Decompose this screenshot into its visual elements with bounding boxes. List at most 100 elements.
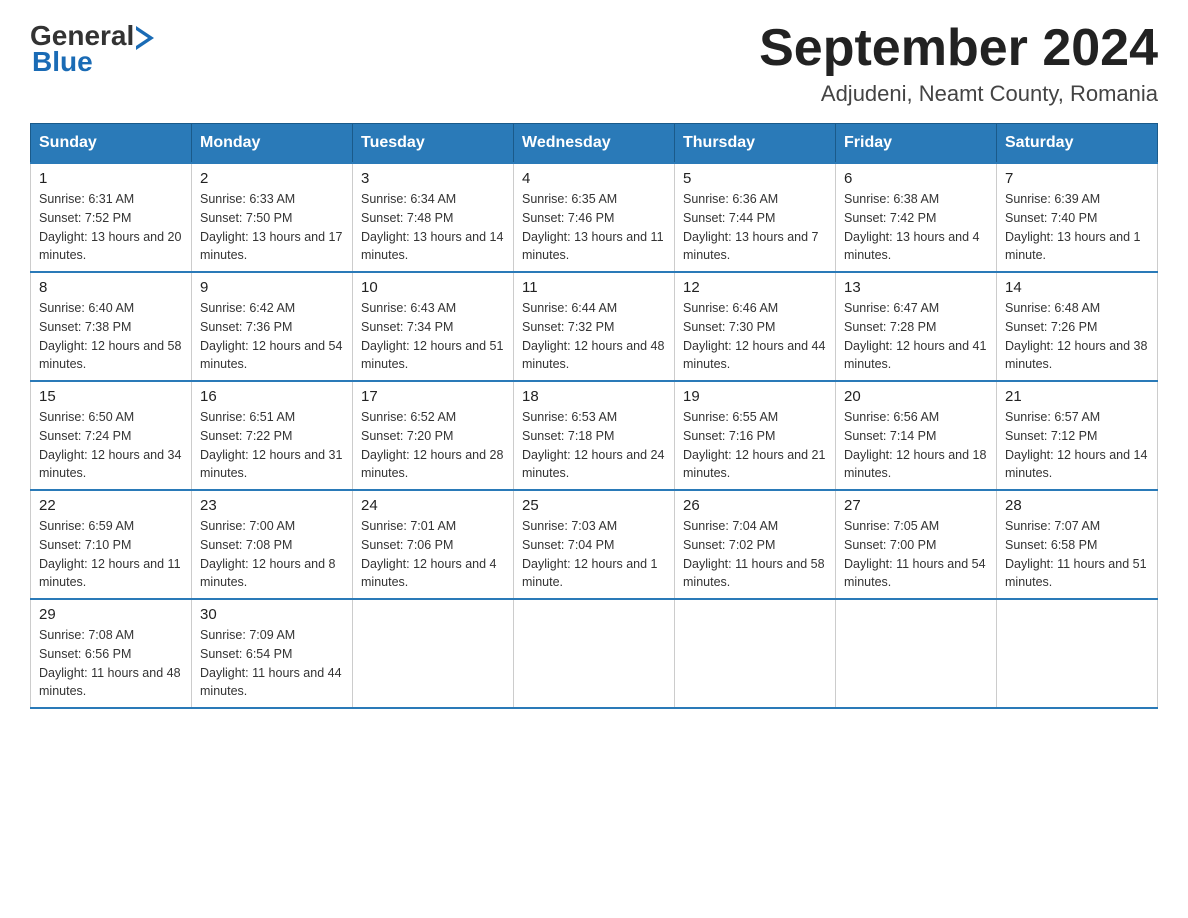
day-info: Sunrise: 7:03 AM Sunset: 7:04 PM Dayligh…	[522, 517, 666, 592]
day-number: 29	[39, 606, 183, 623]
sunset-label: Sunset: 7:44 PM	[683, 211, 775, 225]
day-number: 7	[1005, 170, 1149, 187]
daylight-label: Daylight: 11 hours and 51 minutes.	[1005, 557, 1147, 590]
table-row	[997, 599, 1158, 708]
daylight-label: Daylight: 11 hours and 54 minutes.	[844, 557, 986, 590]
day-info: Sunrise: 7:08 AM Sunset: 6:56 PM Dayligh…	[39, 626, 183, 701]
header-monday: Monday	[192, 124, 353, 164]
header-tuesday: Tuesday	[353, 124, 514, 164]
table-row: 17 Sunrise: 6:52 AM Sunset: 7:20 PM Dayl…	[353, 381, 514, 490]
sunrise-label: Sunrise: 7:01 AM	[361, 519, 456, 533]
table-row	[514, 599, 675, 708]
day-info: Sunrise: 6:47 AM Sunset: 7:28 PM Dayligh…	[844, 299, 988, 374]
calendar-week-row: 29 Sunrise: 7:08 AM Sunset: 6:56 PM Dayl…	[31, 599, 1158, 708]
table-row: 20 Sunrise: 6:56 AM Sunset: 7:14 PM Dayl…	[836, 381, 997, 490]
day-info: Sunrise: 6:42 AM Sunset: 7:36 PM Dayligh…	[200, 299, 344, 374]
table-row: 28 Sunrise: 7:07 AM Sunset: 6:58 PM Dayl…	[997, 490, 1158, 599]
day-info: Sunrise: 6:34 AM Sunset: 7:48 PM Dayligh…	[361, 190, 505, 265]
day-number: 16	[200, 388, 344, 405]
sunset-label: Sunset: 7:40 PM	[1005, 211, 1097, 225]
sunset-label: Sunset: 7:34 PM	[361, 320, 453, 334]
sunrise-label: Sunrise: 6:56 AM	[844, 410, 939, 424]
sunset-label: Sunset: 7:50 PM	[200, 211, 292, 225]
table-row: 9 Sunrise: 6:42 AM Sunset: 7:36 PM Dayli…	[192, 272, 353, 381]
daylight-label: Daylight: 12 hours and 21 minutes.	[683, 448, 825, 481]
table-row: 30 Sunrise: 7:09 AM Sunset: 6:54 PM Dayl…	[192, 599, 353, 708]
daylight-label: Daylight: 13 hours and 1 minute.	[1005, 230, 1141, 263]
logo-icon	[136, 26, 156, 50]
table-row: 15 Sunrise: 6:50 AM Sunset: 7:24 PM Dayl…	[31, 381, 192, 490]
sunset-label: Sunset: 7:04 PM	[522, 538, 614, 552]
table-row: 2 Sunrise: 6:33 AM Sunset: 7:50 PM Dayli…	[192, 163, 353, 272]
day-number: 5	[683, 170, 827, 187]
sunset-label: Sunset: 7:14 PM	[844, 429, 936, 443]
calendar-week-row: 8 Sunrise: 6:40 AM Sunset: 7:38 PM Dayli…	[31, 272, 1158, 381]
daylight-label: Daylight: 11 hours and 58 minutes.	[683, 557, 825, 590]
calendar-location: Adjudeni, Neamt County, Romania	[759, 81, 1158, 107]
daylight-label: Daylight: 12 hours and 48 minutes.	[522, 339, 664, 372]
day-number: 23	[200, 497, 344, 514]
table-row: 11 Sunrise: 6:44 AM Sunset: 7:32 PM Dayl…	[514, 272, 675, 381]
header-saturday: Saturday	[997, 124, 1158, 164]
day-number: 19	[683, 388, 827, 405]
sunrise-label: Sunrise: 6:59 AM	[39, 519, 134, 533]
sunset-label: Sunset: 7:42 PM	[844, 211, 936, 225]
daylight-label: Daylight: 12 hours and 54 minutes.	[200, 339, 342, 372]
sunrise-label: Sunrise: 7:05 AM	[844, 519, 939, 533]
sunrise-label: Sunrise: 6:35 AM	[522, 192, 617, 206]
day-number: 25	[522, 497, 666, 514]
calendar-title: September 2024	[759, 20, 1158, 77]
day-number: 27	[844, 497, 988, 514]
daylight-label: Daylight: 12 hours and 31 minutes.	[200, 448, 342, 481]
day-number: 14	[1005, 279, 1149, 296]
sunrise-label: Sunrise: 6:53 AM	[522, 410, 617, 424]
table-row: 16 Sunrise: 6:51 AM Sunset: 7:22 PM Dayl…	[192, 381, 353, 490]
day-info: Sunrise: 6:55 AM Sunset: 7:16 PM Dayligh…	[683, 408, 827, 483]
sunset-label: Sunset: 7:30 PM	[683, 320, 775, 334]
day-number: 11	[522, 279, 666, 296]
daylight-label: Daylight: 13 hours and 11 minutes.	[522, 230, 664, 263]
sunrise-label: Sunrise: 6:52 AM	[361, 410, 456, 424]
daylight-label: Daylight: 11 hours and 44 minutes.	[200, 666, 342, 699]
sunset-label: Sunset: 7:46 PM	[522, 211, 614, 225]
table-row: 24 Sunrise: 7:01 AM Sunset: 7:06 PM Dayl…	[353, 490, 514, 599]
table-row: 18 Sunrise: 6:53 AM Sunset: 7:18 PM Dayl…	[514, 381, 675, 490]
sunset-label: Sunset: 6:56 PM	[39, 647, 131, 661]
sunrise-label: Sunrise: 6:31 AM	[39, 192, 134, 206]
sunset-label: Sunset: 7:22 PM	[200, 429, 292, 443]
day-info: Sunrise: 6:36 AM Sunset: 7:44 PM Dayligh…	[683, 190, 827, 265]
day-number: 1	[39, 170, 183, 187]
day-info: Sunrise: 7:05 AM Sunset: 7:00 PM Dayligh…	[844, 517, 988, 592]
day-number: 2	[200, 170, 344, 187]
sunrise-label: Sunrise: 7:03 AM	[522, 519, 617, 533]
daylight-label: Daylight: 12 hours and 11 minutes.	[39, 557, 181, 590]
sunset-label: Sunset: 7:12 PM	[1005, 429, 1097, 443]
table-row: 23 Sunrise: 7:00 AM Sunset: 7:08 PM Dayl…	[192, 490, 353, 599]
table-row: 1 Sunrise: 6:31 AM Sunset: 7:52 PM Dayli…	[31, 163, 192, 272]
daylight-label: Daylight: 12 hours and 18 minutes.	[844, 448, 986, 481]
table-row: 7 Sunrise: 6:39 AM Sunset: 7:40 PM Dayli…	[997, 163, 1158, 272]
day-info: Sunrise: 6:31 AM Sunset: 7:52 PM Dayligh…	[39, 190, 183, 265]
day-info: Sunrise: 7:01 AM Sunset: 7:06 PM Dayligh…	[361, 517, 505, 592]
table-row: 4 Sunrise: 6:35 AM Sunset: 7:46 PM Dayli…	[514, 163, 675, 272]
daylight-label: Daylight: 12 hours and 41 minutes.	[844, 339, 986, 372]
sunrise-label: Sunrise: 6:46 AM	[683, 301, 778, 315]
table-row: 3 Sunrise: 6:34 AM Sunset: 7:48 PM Dayli…	[353, 163, 514, 272]
sunrise-label: Sunrise: 6:44 AM	[522, 301, 617, 315]
sunset-label: Sunset: 7:06 PM	[361, 538, 453, 552]
daylight-label: Daylight: 13 hours and 17 minutes.	[200, 230, 342, 263]
header-friday: Friday	[836, 124, 997, 164]
table-row: 29 Sunrise: 7:08 AM Sunset: 6:56 PM Dayl…	[31, 599, 192, 708]
day-number: 17	[361, 388, 505, 405]
daylight-label: Daylight: 13 hours and 4 minutes.	[844, 230, 980, 263]
day-info: Sunrise: 7:04 AM Sunset: 7:02 PM Dayligh…	[683, 517, 827, 592]
day-number: 26	[683, 497, 827, 514]
daylight-label: Daylight: 12 hours and 28 minutes.	[361, 448, 503, 481]
calendar-header-row: Sunday Monday Tuesday Wednesday Thursday…	[31, 124, 1158, 164]
sunset-label: Sunset: 7:08 PM	[200, 538, 292, 552]
table-row: 12 Sunrise: 6:46 AM Sunset: 7:30 PM Dayl…	[675, 272, 836, 381]
daylight-label: Daylight: 11 hours and 48 minutes.	[39, 666, 181, 699]
day-info: Sunrise: 7:07 AM Sunset: 6:58 PM Dayligh…	[1005, 517, 1149, 592]
sunrise-label: Sunrise: 6:42 AM	[200, 301, 295, 315]
day-info: Sunrise: 6:39 AM Sunset: 7:40 PM Dayligh…	[1005, 190, 1149, 265]
